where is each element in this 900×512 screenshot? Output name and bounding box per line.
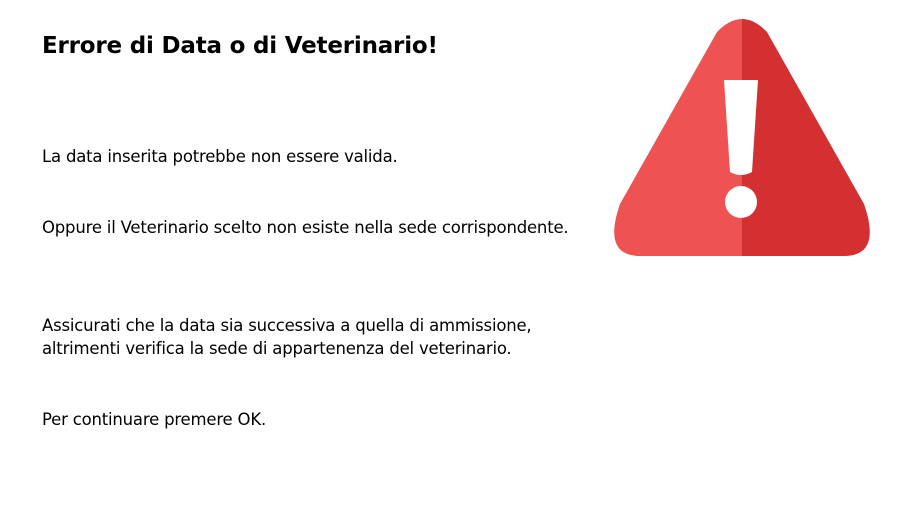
message-invalid-date: La data inserita potrebbe non essere val… <box>42 147 398 166</box>
message-continue-ok: Per continuare premere OK. <box>42 410 267 429</box>
error-dialog: Errore di Data o di Veterinario! La data… <box>0 0 900 512</box>
message-vet-not-found: Oppure il Veterinario scelto non esiste … <box>42 218 569 237</box>
message-instructions: Assicurati che la data sia successiva a … <box>42 316 532 358</box>
warning-triangle-icon <box>612 14 872 258</box>
dialog-title: Errore di Data o di Veterinario! <box>42 33 438 59</box>
